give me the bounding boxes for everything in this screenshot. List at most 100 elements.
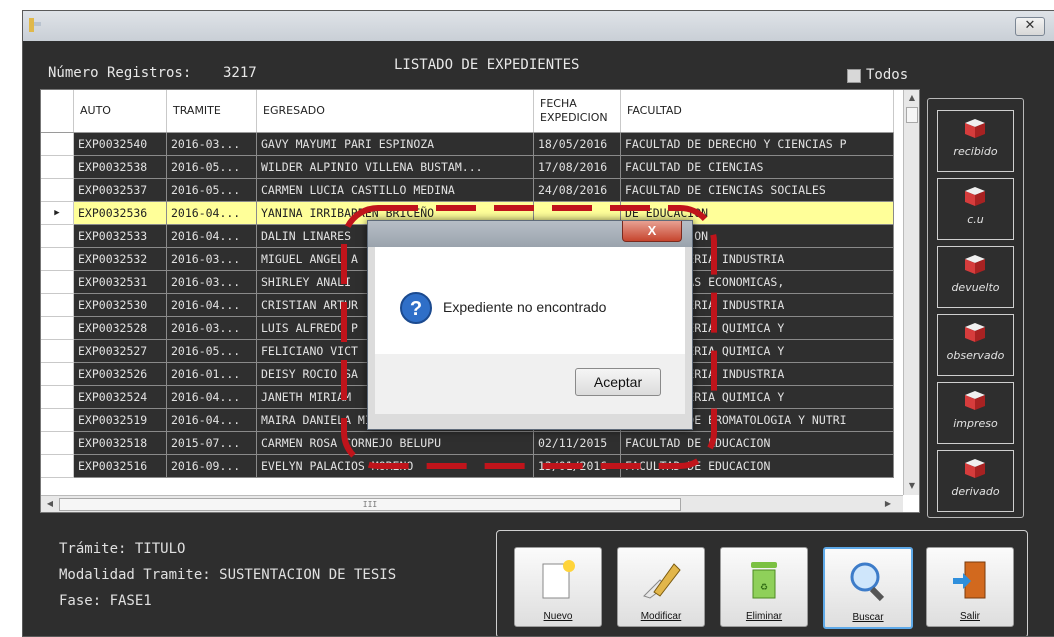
table-row[interactable]: EXP0032538 2016-05... WILDER ALPINIO VILLE… [41,155,894,179]
buscar-button[interactable]: Buscar [823,547,913,629]
cell-tramite[interactable]: 2016-04... [166,201,257,225]
cell-auto[interactable]: EXP0032538 [73,155,167,179]
eliminar-button[interactable]: ♻ Eliminar [720,547,808,627]
status-button-1[interactable]: c.u [937,178,1014,240]
salir-button[interactable]: Salir [926,547,1014,627]
cell-auto[interactable]: EXP0032537 [73,178,167,202]
row-header[interactable] [41,155,74,179]
column-header-tramite[interactable]: TRAMITE [166,90,257,133]
cell-egresado[interactable]: EVELYN PALACIOS MORENO [256,454,534,478]
window-close-button[interactable]: ✕ [1015,17,1045,36]
cell-auto[interactable]: EXP0032532 [73,247,167,271]
tramite-info: Trámite: TITULO [59,541,186,557]
status-button-2[interactable]: devuelto [937,246,1014,308]
row-header[interactable] [41,178,74,202]
cell-auto[interactable]: EXP0032519 [73,408,167,432]
row-header[interactable] [41,362,74,386]
cell-auto[interactable]: EXP0032530 [73,293,167,317]
horizontal-scroll-thumb[interactable]: III [59,498,681,511]
row-header[interactable] [41,224,74,248]
cell-fecha[interactable]: 17/08/2016 [533,155,621,179]
column-header-fecha-expedicion[interactable]: FECHA EXPEDICION [533,90,621,133]
cell-tramite[interactable]: 2016-04... [166,385,257,409]
table-row[interactable]: EXP0032540 2016-03... GAVY MAYUMI PARI ESP… [41,132,894,156]
cell-tramite[interactable]: 2016-09... [166,454,257,478]
cell-egresado[interactable]: CARMEN LUCIA CASTILLO MEDINA [256,178,534,202]
cell-tramite[interactable]: 2016-04... [166,293,257,317]
cell-auto[interactable]: EXP0032516 [73,454,167,478]
table-row[interactable]: EXP0032537 2016-05... CARMEN LUCIA CASTILL… [41,178,894,202]
cell-auto[interactable]: EXP0032536 [73,201,167,225]
row-header[interactable] [41,454,74,478]
todos-checkbox[interactable] [847,69,861,83]
cell-fecha[interactable]: 24/08/2016 [533,178,621,202]
cell-auto[interactable]: EXP0032528 [73,316,167,340]
cell-auto[interactable]: EXP0032524 [73,385,167,409]
status-button-5[interactable]: derivado [937,450,1014,512]
row-header[interactable] [41,339,74,363]
column-header-egresado[interactable]: EGRESADO [256,90,534,133]
vertical-scroll-thumb[interactable] [906,107,918,123]
cell-fecha[interactable]: 02/11/2015 [533,431,621,455]
cell-facultad[interactable]: FACULTAD DE CIENCIAS [620,155,894,179]
modificar-button[interactable]: Modificar [617,547,705,627]
exit-door-icon [953,561,986,599]
cell-tramite[interactable]: 2015-07... [166,431,257,455]
row-header[interactable]: ▶ [41,201,74,225]
new-document-icon [542,560,575,599]
cell-facultad[interactable]: FACULTAD DE CIENCIAS SOCIALES [620,178,894,202]
cell-tramite[interactable]: 2016-04... [166,408,257,432]
cell-auto[interactable]: EXP0032518 [73,431,167,455]
cell-tramite[interactable]: 2016-03... [166,247,257,271]
cell-fecha[interactable]: 18/05/2016 [533,132,621,156]
dialog-title-bar: X [368,221,692,247]
row-header[interactable] [41,293,74,317]
status-button-label: impreso [953,417,998,430]
cell-auto[interactable]: EXP0032540 [73,132,167,156]
cell-tramite[interactable]: 2016-03... [166,270,257,294]
row-header-corner [41,90,74,133]
cell-tramite[interactable]: 2016-04... [166,224,257,248]
row-header[interactable] [41,316,74,340]
cell-facultad[interactable]: FACULTAD DE DERECHO Y CIENCIAS P [620,132,894,156]
cell-auto[interactable]: EXP0032526 [73,362,167,386]
cell-facultad[interactable]: FACULTAD DE EDUCACION [620,431,894,455]
status-button-3[interactable]: observado [937,314,1014,376]
cell-egresado[interactable]: WILDER ALPINIO VILLENA BUSTAM... [256,155,534,179]
cell-tramite[interactable]: 2016-05... [166,339,257,363]
cell-tramite[interactable]: 2016-01... [166,362,257,386]
table-row[interactable]: EXP0032518 2015-07... CARMEN ROSA CORNEJO … [41,431,894,455]
dialog-close-button[interactable]: X [622,221,682,242]
horizontal-scrollbar[interactable]: ◀ III ▶ [41,495,903,512]
cell-tramite[interactable]: 2016-05... [166,155,257,179]
scroll-right-icon[interactable]: ▶ [881,497,895,511]
status-button-label: c.u [967,213,984,226]
column-header-facultad[interactable]: FACULTAD [620,90,894,133]
aceptar-button[interactable]: Aceptar [575,368,661,396]
status-button-0[interactable]: recibido [937,110,1014,172]
cell-egresado[interactable]: CARMEN ROSA CORNEJO BELUPU [256,431,534,455]
cell-tramite[interactable]: 2016-05... [166,178,257,202]
cell-tramite[interactable]: 2016-03... [166,316,257,340]
vertical-scrollbar[interactable]: ▲ ▼ [903,90,919,495]
cell-auto[interactable]: EXP0032527 [73,339,167,363]
cell-egresado[interactable]: GAVY MAYUMI PARI ESPINOZA [256,132,534,156]
row-header[interactable] [41,132,74,156]
row-header[interactable] [41,408,74,432]
column-header-auto[interactable]: AUTO [73,90,167,133]
row-header[interactable] [41,385,74,409]
cell-tramite[interactable]: 2016-03... [166,132,257,156]
row-header[interactable] [41,247,74,271]
status-button-4[interactable]: impreso [937,382,1014,444]
cell-auto[interactable]: EXP0032533 [73,224,167,248]
cell-fecha[interactable]: 13/01/2016 [533,454,621,478]
row-header[interactable] [41,270,74,294]
scroll-down-icon[interactable]: ▼ [905,479,919,493]
cell-auto[interactable]: EXP0032531 [73,270,167,294]
row-header[interactable] [41,431,74,455]
nuevo-button[interactable]: Nuevo [514,547,602,627]
cell-facultad[interactable]: FACULTAD DE EDUCACION [620,454,894,478]
table-row[interactable]: EXP0032516 2016-09... EVELYN PALACIOS MORE… [41,454,894,478]
scroll-left-icon[interactable]: ◀ [43,497,57,511]
scroll-up-icon[interactable]: ▲ [905,91,919,105]
